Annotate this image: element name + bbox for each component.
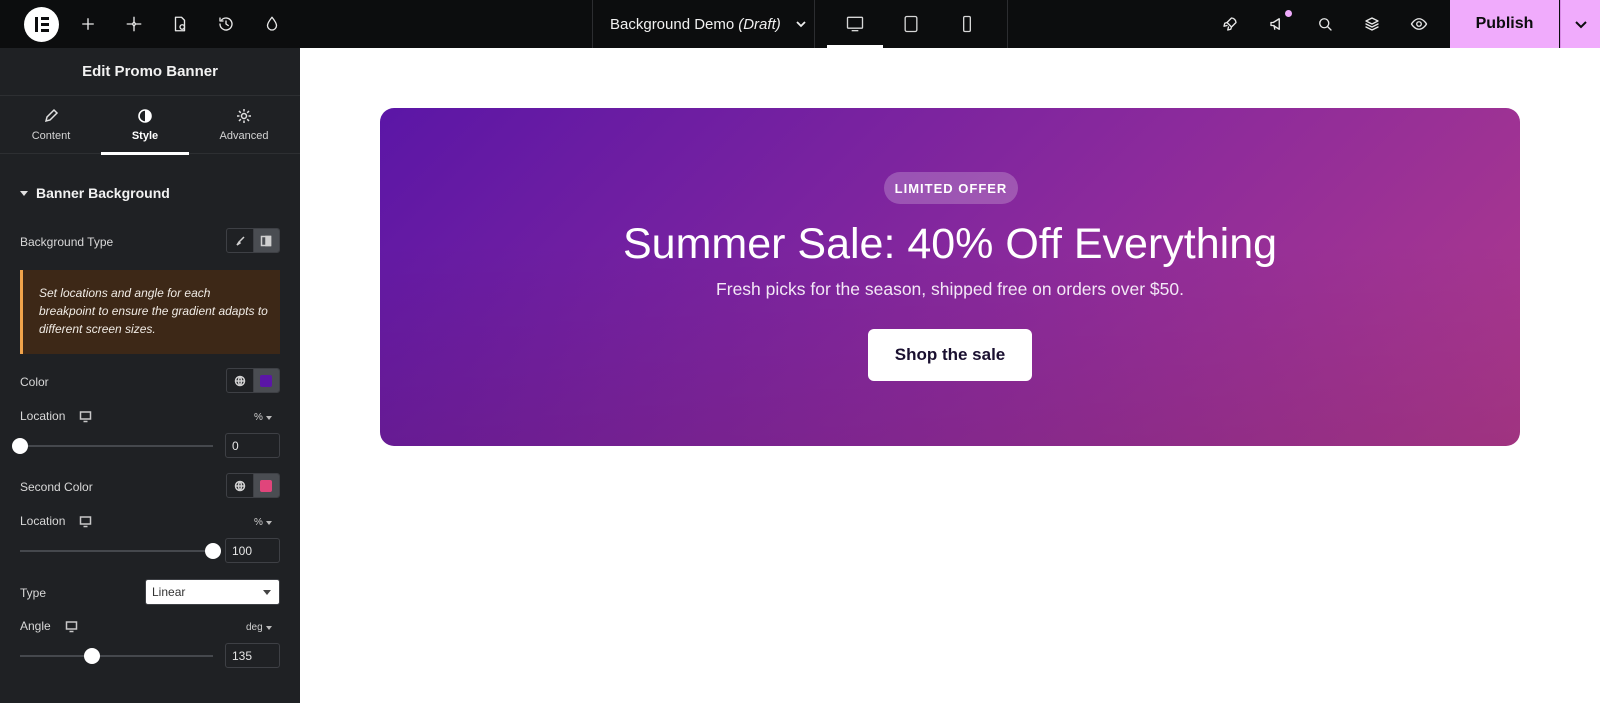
pencil-icon: [44, 108, 59, 123]
limited-offer-badge: LIMITED OFFER: [884, 172, 1018, 204]
angle-input[interactable]: [225, 643, 280, 668]
location2-slider-handle[interactable]: [205, 543, 221, 559]
add-icon[interactable]: [76, 12, 100, 36]
color-control: [226, 368, 280, 393]
editor-canvas: LIMITED OFFER Summer Sale: 40% Off Every…: [300, 48, 1600, 703]
location1-unit: %: [254, 412, 263, 423]
publish-options-button[interactable]: [1560, 0, 1600, 48]
desktop-icon[interactable]: [65, 620, 78, 633]
angle-unit: deg: [246, 622, 263, 633]
section-title-text: Banner Background: [36, 185, 170, 201]
gradient-notice: Set locations and angle for each breakpo…: [20, 270, 280, 354]
location2-label: Location: [20, 514, 66, 528]
brush-icon: [236, 235, 245, 246]
location2-slider[interactable]: [20, 543, 221, 559]
tab-style[interactable]: Style: [101, 96, 189, 155]
mobile-icon[interactable]: [939, 0, 995, 48]
color-swatch: [260, 374, 273, 387]
gradient-icon: [261, 235, 272, 246]
top-bar: Background Demo (Draft) Publish: [0, 0, 1600, 48]
publish-button[interactable]: Publish: [1450, 0, 1559, 48]
tab-advanced[interactable]: Advanced: [200, 96, 288, 154]
section-banner-background[interactable]: Banner Background: [20, 185, 170, 201]
rocket-icon[interactable]: [1218, 12, 1242, 36]
caret-down-icon: [20, 190, 28, 196]
tab-content-label: Content: [31, 130, 71, 142]
second-color-label: Second Color: [20, 480, 93, 494]
location2-label-row: Location: [20, 514, 92, 528]
location1-label: Location: [20, 409, 66, 423]
shop-the-sale-button[interactable]: Shop the sale: [868, 329, 1032, 381]
preview-eye-icon[interactable]: [1407, 12, 1431, 36]
location1-input[interactable]: [225, 433, 280, 458]
gear-icon: [237, 109, 251, 123]
background-classic-button[interactable]: [227, 229, 253, 252]
background-type-label: Background Type: [20, 235, 114, 249]
angle-slider[interactable]: [20, 648, 213, 664]
banner-headline: Summer Sale: 40% Off Everything: [622, 220, 1278, 268]
location1-unit-select[interactable]: %: [254, 412, 272, 423]
tab-content[interactable]: Content: [7, 96, 95, 154]
theme-drop-icon[interactable]: [260, 12, 284, 36]
document-title[interactable]: Background Demo (Draft): [610, 0, 807, 48]
global-colors-button[interactable]: [227, 369, 253, 392]
global-colors-button[interactable]: [227, 474, 253, 497]
angle-label: Angle: [20, 619, 51, 633]
location1-label-row: Location: [20, 409, 92, 423]
location2-unit: %: [254, 517, 263, 528]
background-gradient-button[interactable]: [252, 229, 279, 252]
angle-slider-handle[interactable]: [84, 648, 101, 664]
page-settings-icon[interactable]: [168, 12, 192, 36]
location2-unit-select[interactable]: %: [254, 517, 272, 528]
tablet-icon[interactable]: [883, 0, 939, 48]
type-select[interactable]: Linear: [145, 579, 280, 605]
document-status: (Draft): [738, 15, 781, 33]
sparkle-icon[interactable]: [122, 12, 146, 36]
document-title-text: Background Demo: [610, 15, 735, 33]
location1-slider[interactable]: [12, 438, 213, 454]
second-color-swatch: [260, 479, 273, 492]
panel-tabs: Content Style Advanced: [0, 96, 300, 155]
type-label: Type: [20, 586, 47, 600]
history-icon[interactable]: [214, 12, 238, 36]
chevron-down-icon: [1574, 21, 1587, 29]
layers-icon[interactable]: [1360, 12, 1384, 36]
tab-advanced-label: Advanced: [219, 130, 269, 142]
color-picker-button[interactable]: [252, 369, 279, 392]
second-color-picker-button[interactable]: [252, 474, 279, 497]
globe-icon: [234, 375, 245, 386]
caret-down-icon: [263, 590, 271, 595]
panel-title: Edit Promo Banner: [0, 48, 300, 96]
desktop-icon[interactable]: [79, 410, 92, 423]
location2-input[interactable]: [225, 538, 280, 563]
editor-panel: Edit Promo Banner Content Style Advanced…: [0, 48, 300, 703]
search-icon[interactable]: [1313, 12, 1337, 36]
type-select-value: Linear: [152, 585, 186, 599]
angle-label-row: Angle: [20, 619, 78, 633]
promo-banner[interactable]: LIMITED OFFER Summer Sale: 40% Off Every…: [380, 108, 1520, 446]
desktop-icon[interactable]: [79, 515, 92, 528]
desktop-icon[interactable]: [827, 0, 883, 48]
chevron-down-icon: [796, 21, 806, 28]
tab-style-label: Style: [131, 130, 159, 142]
elementor-logo-icon[interactable]: [24, 7, 59, 42]
globe-icon: [234, 480, 245, 491]
location1-slider-handle[interactable]: [12, 438, 28, 454]
notification-dot: [1285, 10, 1292, 17]
angle-unit-select[interactable]: deg: [246, 622, 272, 633]
color-label: Color: [20, 375, 49, 389]
half-circle-icon: [138, 109, 152, 123]
background-type-control: [226, 228, 280, 253]
second-color-control: [226, 473, 280, 498]
banner-subline: Fresh picks for the season, shipped free…: [716, 279, 1184, 299]
